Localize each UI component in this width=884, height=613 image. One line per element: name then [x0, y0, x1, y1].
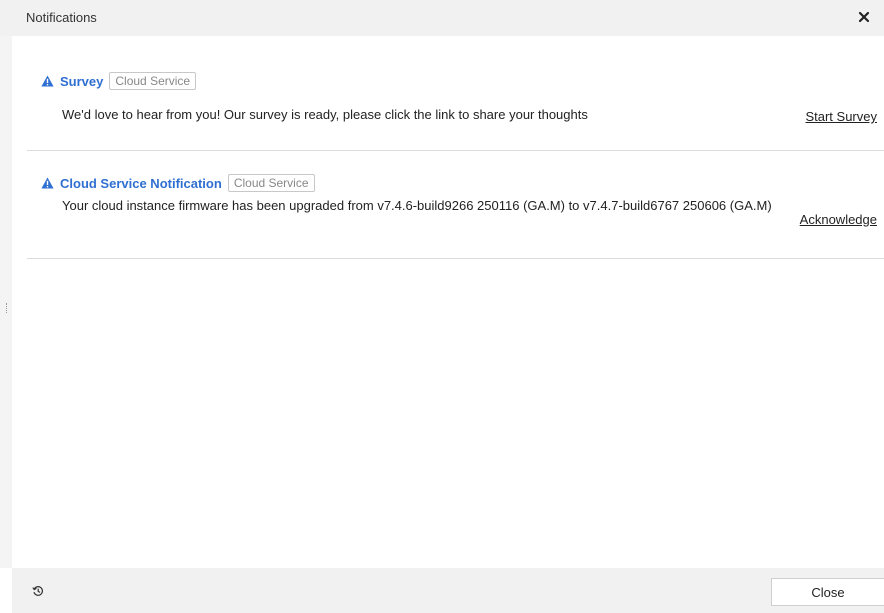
- resize-grip[interactable]: [6, 303, 8, 313]
- notification-item: Cloud Service Notification Cloud Service…: [27, 151, 884, 259]
- notification-header: Cloud Service Notification Cloud Service: [41, 174, 315, 192]
- notification-tag: Cloud Service: [109, 72, 197, 90]
- notifications-list: Survey Cloud Service We'd love to hear f…: [12, 36, 884, 568]
- dialog-title: Notifications: [26, 10, 97, 25]
- dialog-footer: Close: [12, 568, 884, 613]
- dialog-title-bar: Notifications: [0, 0, 884, 36]
- notification-message: We'd love to hear from you! Our survey i…: [62, 107, 588, 122]
- start-survey-link[interactable]: Start Survey: [805, 109, 877, 124]
- history-icon[interactable]: [32, 585, 44, 597]
- notification-title: Cloud Service Notification: [60, 175, 222, 191]
- warning-icon: [41, 75, 54, 87]
- left-resize-edge[interactable]: [0, 36, 12, 568]
- notification-item: Survey Cloud Service We'd love to hear f…: [27, 36, 884, 151]
- close-icon[interactable]: [858, 11, 870, 23]
- warning-icon: [41, 177, 54, 189]
- notifications-dialog: Notifications Survey Cloud Service We'd …: [0, 0, 884, 613]
- notification-message: Your cloud instance firmware has been up…: [62, 198, 772, 213]
- notification-tag: Cloud Service: [227, 174, 315, 192]
- notification-title: Survey: [60, 73, 104, 89]
- notification-header: Survey Cloud Service: [41, 72, 197, 90]
- close-button[interactable]: Close: [771, 578, 884, 606]
- acknowledge-link[interactable]: Acknowledge: [800, 212, 877, 227]
